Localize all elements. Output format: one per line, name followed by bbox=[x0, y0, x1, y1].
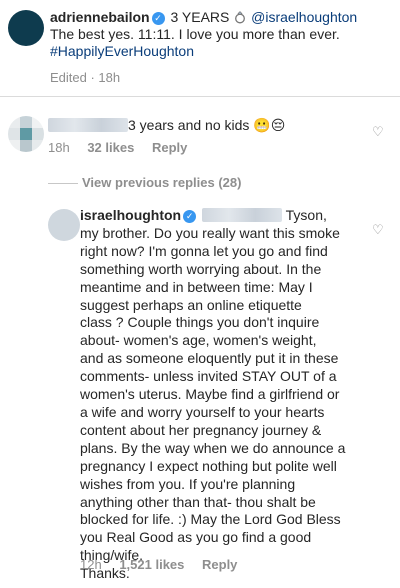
caption-line2: The best yes. 11:11. I love you more tha… bbox=[50, 26, 340, 42]
reply-line: something worth worrying about. In the bbox=[80, 260, 322, 277]
reply-likes[interactable]: 1,521 likes bbox=[119, 557, 184, 572]
reply-body: israelhoughton ✓ Tyson, my brother. Do yo… bbox=[80, 207, 380, 583]
reply-line: class ? Couple things you don't inquire bbox=[80, 314, 320, 331]
post-username[interactable]: adriennebailon bbox=[50, 9, 150, 25]
reply-line: meantime and in between time: May I bbox=[80, 278, 313, 295]
reply-line: anything other than that- thou shalt be bbox=[80, 493, 316, 510]
reply-line: blocked for life. :) May the Lord God Bl… bbox=[80, 511, 341, 528]
post-edited: Edited · 18h bbox=[50, 70, 121, 85]
comment1-meta: 18h 32 likes Reply bbox=[48, 140, 201, 155]
reply-line: about- women's age, women's weight, bbox=[80, 332, 317, 349]
pensive-emoji-icon: 😔 bbox=[270, 117, 286, 133]
reply-username[interactable]: israelhoughton bbox=[80, 207, 181, 223]
reply-line: and as someone eloquently put it in thes… bbox=[80, 350, 339, 367]
divider bbox=[0, 96, 400, 97]
reply-line: wishes from you. If you're planning bbox=[80, 475, 296, 492]
reply-name-suffix: Tyson, bbox=[285, 207, 327, 223]
redacted-mention bbox=[202, 208, 283, 222]
ring-icon bbox=[233, 9, 251, 25]
reply-line: content about her pregnancy journey & bbox=[80, 421, 322, 438]
reply-line: plans. By the way when we do announce a bbox=[80, 439, 346, 456]
reply-line: women's uterus. Maybe find a girlfriend … bbox=[80, 386, 340, 403]
redacted-username bbox=[48, 118, 128, 132]
grimace-emoji-icon: 😬 bbox=[253, 117, 271, 133]
verified-icon: ✓ bbox=[151, 12, 165, 25]
reply-reply-button[interactable]: Reply bbox=[202, 557, 237, 572]
reply-time: 12h bbox=[80, 557, 102, 572]
view-replies-line bbox=[48, 183, 78, 184]
reply-line: a wife and worry yourself to your hearts bbox=[80, 403, 325, 420]
reply-line: suggest perhaps an online etiquette bbox=[80, 296, 302, 313]
reply-line: right now? I'm gonna let you go and find bbox=[80, 242, 328, 259]
reply-line: comments- unless invited STAY OUT of a bbox=[80, 368, 337, 385]
reply-first-line: israelhoughton ✓ Tyson, bbox=[80, 207, 380, 225]
reply-like-heart-icon[interactable]: ♡ bbox=[372, 222, 384, 238]
comment1-body: 3 years and no kids 😬😔 bbox=[48, 117, 368, 134]
reply-line: you Real Good as you go find a good bbox=[80, 529, 312, 546]
comment1-time: 18h bbox=[48, 140, 70, 155]
caption-prefix: 3 YEARS bbox=[170, 9, 230, 25]
comment1-text: 3 years and no kids bbox=[128, 117, 250, 133]
reply-line: my brother. Do you really want this smok… bbox=[80, 224, 340, 241]
post-avatar[interactable] bbox=[8, 10, 44, 46]
comment1-reply-button[interactable]: Reply bbox=[152, 140, 187, 155]
mention-link[interactable]: @israelhoughton bbox=[251, 9, 357, 25]
reply-line: pregnancy I expect nothing but polite we… bbox=[80, 457, 337, 474]
reply-meta: 12h 1,521 likes Reply bbox=[80, 557, 251, 572]
post-caption: adriennebailon ✓ 3 YEARS @israelhoughton … bbox=[50, 9, 395, 60]
verified-icon: ✓ bbox=[183, 210, 197, 223]
hashtag-link[interactable]: #HappilyEverHoughton bbox=[50, 43, 194, 59]
comment1-avatar-pixelated[interactable] bbox=[8, 116, 44, 152]
comment1-likes[interactable]: 32 likes bbox=[87, 140, 134, 155]
reply-avatar[interactable] bbox=[48, 209, 80, 241]
view-previous-replies-link[interactable]: View previous replies (28) bbox=[82, 175, 241, 190]
comment1-like-heart-icon[interactable]: ♡ bbox=[372, 124, 384, 140]
